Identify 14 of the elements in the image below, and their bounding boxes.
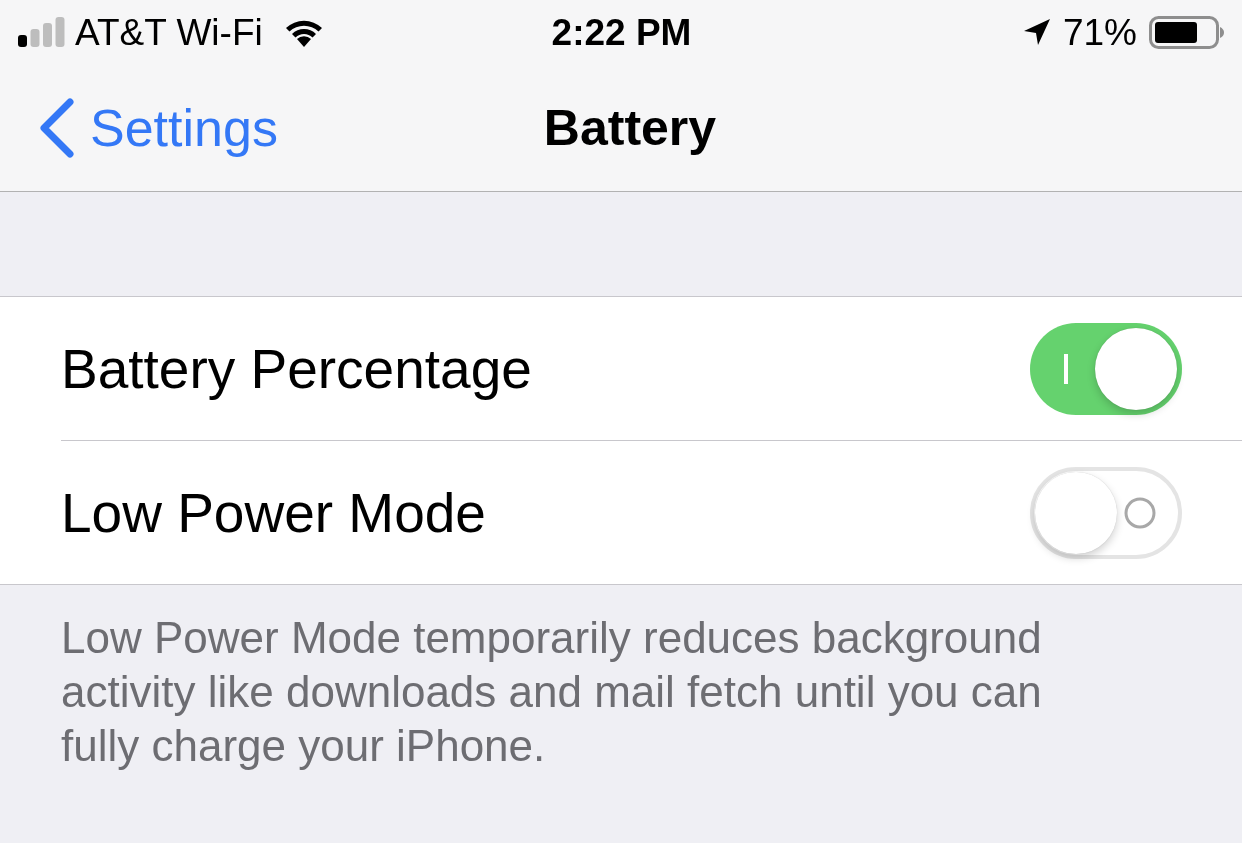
off-ring-icon [1124,496,1156,529]
setting-label: Battery Percentage [61,336,532,401]
status-time: 2:22 PM [551,13,692,51]
back-chevron-icon [38,97,74,158]
battery-icon [1149,15,1225,49]
footer-note: Low Power Mode temporarily reduces background activity like downloads and mail fetch until you can fully charge your iPhone. [61,612,1043,772]
carrier-name: AT&T Wi-Fi [75,13,263,51]
battery-percentage: 71% [1062,13,1137,51]
on-mark-icon [1064,353,1068,384]
back-button[interactable]: Settings [38,97,278,158]
setting-label: Low Power Mode [61,480,486,545]
signal-bars-icon [18,17,65,47]
page-title: Battery [543,98,717,157]
location-arrow-icon [1022,18,1051,46]
